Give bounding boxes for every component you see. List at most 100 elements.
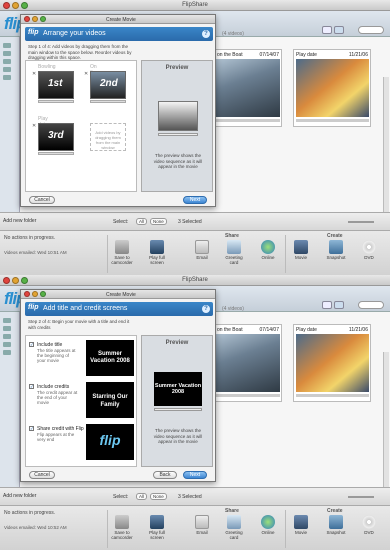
select-bar: Add new folder Select: All None 3 Select… <box>0 212 390 230</box>
next-button[interactable]: Next <box>183 196 207 204</box>
fullscreen-icon <box>150 515 164 529</box>
clip-order: 1st <box>48 78 63 89</box>
video-frame <box>207 334 280 392</box>
scrub-bar[interactable] <box>296 119 369 122</box>
flip-credit-card[interactable]: flip <box>86 424 134 460</box>
dvd-icon <box>362 515 376 529</box>
action-panel: No actions in progress. Videos emailed: … <box>0 505 390 550</box>
dialog-title: Create Movie <box>106 17 136 23</box>
zoom-dialog-button[interactable] <box>40 291 46 297</box>
help-icon[interactable]: ? <box>202 305 210 313</box>
sidebar-item-computer[interactable] <box>3 43 11 48</box>
share-credit-checkbox[interactable]: ✓ <box>29 426 34 431</box>
sidebar-item-folder[interactable] <box>3 342 11 347</box>
close-dialog-button[interactable] <box>24 16 30 22</box>
title-card[interactable]: Summer Vacation 2008 <box>86 340 134 376</box>
clip-scrub-bar[interactable] <box>38 152 74 155</box>
select-all-button[interactable]: All <box>136 493 148 500</box>
save-to-camcorder-button[interactable]: Save to camcorder <box>110 515 134 540</box>
zoom-dialog-button[interactable] <box>40 16 46 22</box>
greeting-card-icon <box>227 240 241 254</box>
sidebar-item-folder[interactable] <box>3 51 11 56</box>
cancel-button[interactable]: Cancel <box>29 471 55 479</box>
email-icon <box>195 240 209 254</box>
create-section-label: Create <box>327 508 343 514</box>
thumbnail-size-slider[interactable] <box>348 221 374 223</box>
movie-icon <box>294 240 308 254</box>
dialog-titlebar: Create Movie <box>21 15 215 24</box>
close-dialog-button[interactable] <box>24 291 30 297</box>
sidebar <box>0 312 20 487</box>
save-to-camcorder-button[interactable]: Save to camcorder <box>110 240 134 265</box>
clip-scrub-bar[interactable] <box>90 100 126 103</box>
grid-view-icon[interactable] <box>334 26 344 34</box>
create-movie-dialog: Create Movie flip Add title and credit s… <box>20 289 216 482</box>
sidebar-item-folder[interactable] <box>3 75 11 80</box>
dvd-button[interactable]: DVD <box>357 515 381 535</box>
include-credits-checkbox[interactable]: ✓ <box>29 384 34 389</box>
next-button[interactable]: Next <box>183 471 207 479</box>
remove-clip-icon[interactable]: ✕ <box>32 71 36 77</box>
empty-clip-slot[interactable]: Add videos by dragging them from the mai… <box>90 123 126 151</box>
preview-pane: Preview The preview shows the video sequ… <box>141 60 213 192</box>
minimize-dialog-button[interactable] <box>32 291 38 297</box>
sidebar-item-folder[interactable] <box>3 334 11 339</box>
movie-button[interactable]: Movie <box>289 515 313 535</box>
share-credit-row: ✓ Share credit with Flip Flip appears at… <box>29 424 135 460</box>
preview-scrub-bar[interactable] <box>154 408 202 411</box>
cancel-button[interactable]: Cancel <box>29 196 55 204</box>
scrub-bar[interactable] <box>207 119 280 122</box>
include-title-checkbox[interactable]: ✓ <box>29 342 34 347</box>
play-full-screen-button[interactable]: Play full screen <box>145 515 169 540</box>
clip-arrangement-area[interactable]: Bowling ✕ 1st On the Boat ✕ 2nd Play dat… <box>25 60 137 192</box>
help-icon[interactable]: ? <box>202 30 210 38</box>
select-none-button[interactable]: None <box>150 218 167 225</box>
back-button[interactable]: Back <box>153 471 177 479</box>
grid-view-icon[interactable] <box>334 301 344 309</box>
thumbnail-size-slider[interactable] <box>348 496 374 498</box>
scrub-bar[interactable] <box>207 394 280 397</box>
step-header: flip Add title and credit screens ? <box>25 302 213 316</box>
select-none-button[interactable]: None <box>150 493 167 500</box>
step-header: flip Arrange your videos ? <box>25 27 213 41</box>
add-folder-button[interactable]: Add new folder <box>3 493 36 499</box>
sidebar-item-folder[interactable] <box>3 67 11 72</box>
play-full-screen-button[interactable]: Play full screen <box>145 240 169 265</box>
dialog-title: Create Movie <box>106 292 136 298</box>
sidebar-item-computer[interactable] <box>3 318 11 323</box>
snapshot-button[interactable]: Snapshot <box>324 240 348 260</box>
snapshot-button[interactable]: Snapshot <box>324 515 348 535</box>
flip-logo: flip <box>28 29 39 36</box>
share-section-label: Share <box>225 508 239 514</box>
sidebar-item-folder[interactable] <box>3 350 11 355</box>
email-button[interactable]: Email <box>190 240 214 260</box>
search-input[interactable] <box>358 26 384 34</box>
credits-card[interactable]: Starring Our Family <box>86 382 134 418</box>
remove-clip-icon[interactable]: ✕ <box>32 123 36 129</box>
option-description: Flip appears at the very end <box>37 432 75 442</box>
scrub-bar[interactable] <box>296 394 369 397</box>
list-view-icon[interactable] <box>322 301 332 309</box>
remove-clip-icon[interactable]: ✕ <box>84 71 88 77</box>
sidebar-item-folder[interactable] <box>3 59 11 64</box>
add-folder-button[interactable]: Add new folder <box>3 218 36 224</box>
list-view-icon[interactable] <box>322 26 332 34</box>
search-input[interactable] <box>358 301 384 309</box>
clip-date: 11/21/06 <box>348 52 368 58</box>
video-thumbnail[interactable]: Play date 11/21/06 <box>293 49 371 127</box>
movie-button[interactable]: Movie <box>289 240 313 260</box>
online-button[interactable]: Online <box>256 515 280 535</box>
greeting-card-button[interactable]: Greeting card <box>222 515 246 540</box>
video-thumbnail[interactable]: Play date 11/21/06 <box>293 324 371 402</box>
greeting-card-button[interactable]: Greeting card <box>222 240 246 265</box>
clip-scrub-bar[interactable] <box>38 100 74 103</box>
select-all-button[interactable]: All <box>136 218 148 225</box>
minimize-dialog-button[interactable] <box>32 16 38 22</box>
fullscreen-icon <box>150 240 164 254</box>
sidebar-item-folder[interactable] <box>3 326 11 331</box>
online-button[interactable]: Online <box>256 240 280 260</box>
dvd-button[interactable]: DVD <box>357 240 381 260</box>
preview-scrub-bar[interactable] <box>158 133 198 136</box>
email-button[interactable]: Email <box>190 515 214 535</box>
clip-title: Play date <box>296 52 317 58</box>
